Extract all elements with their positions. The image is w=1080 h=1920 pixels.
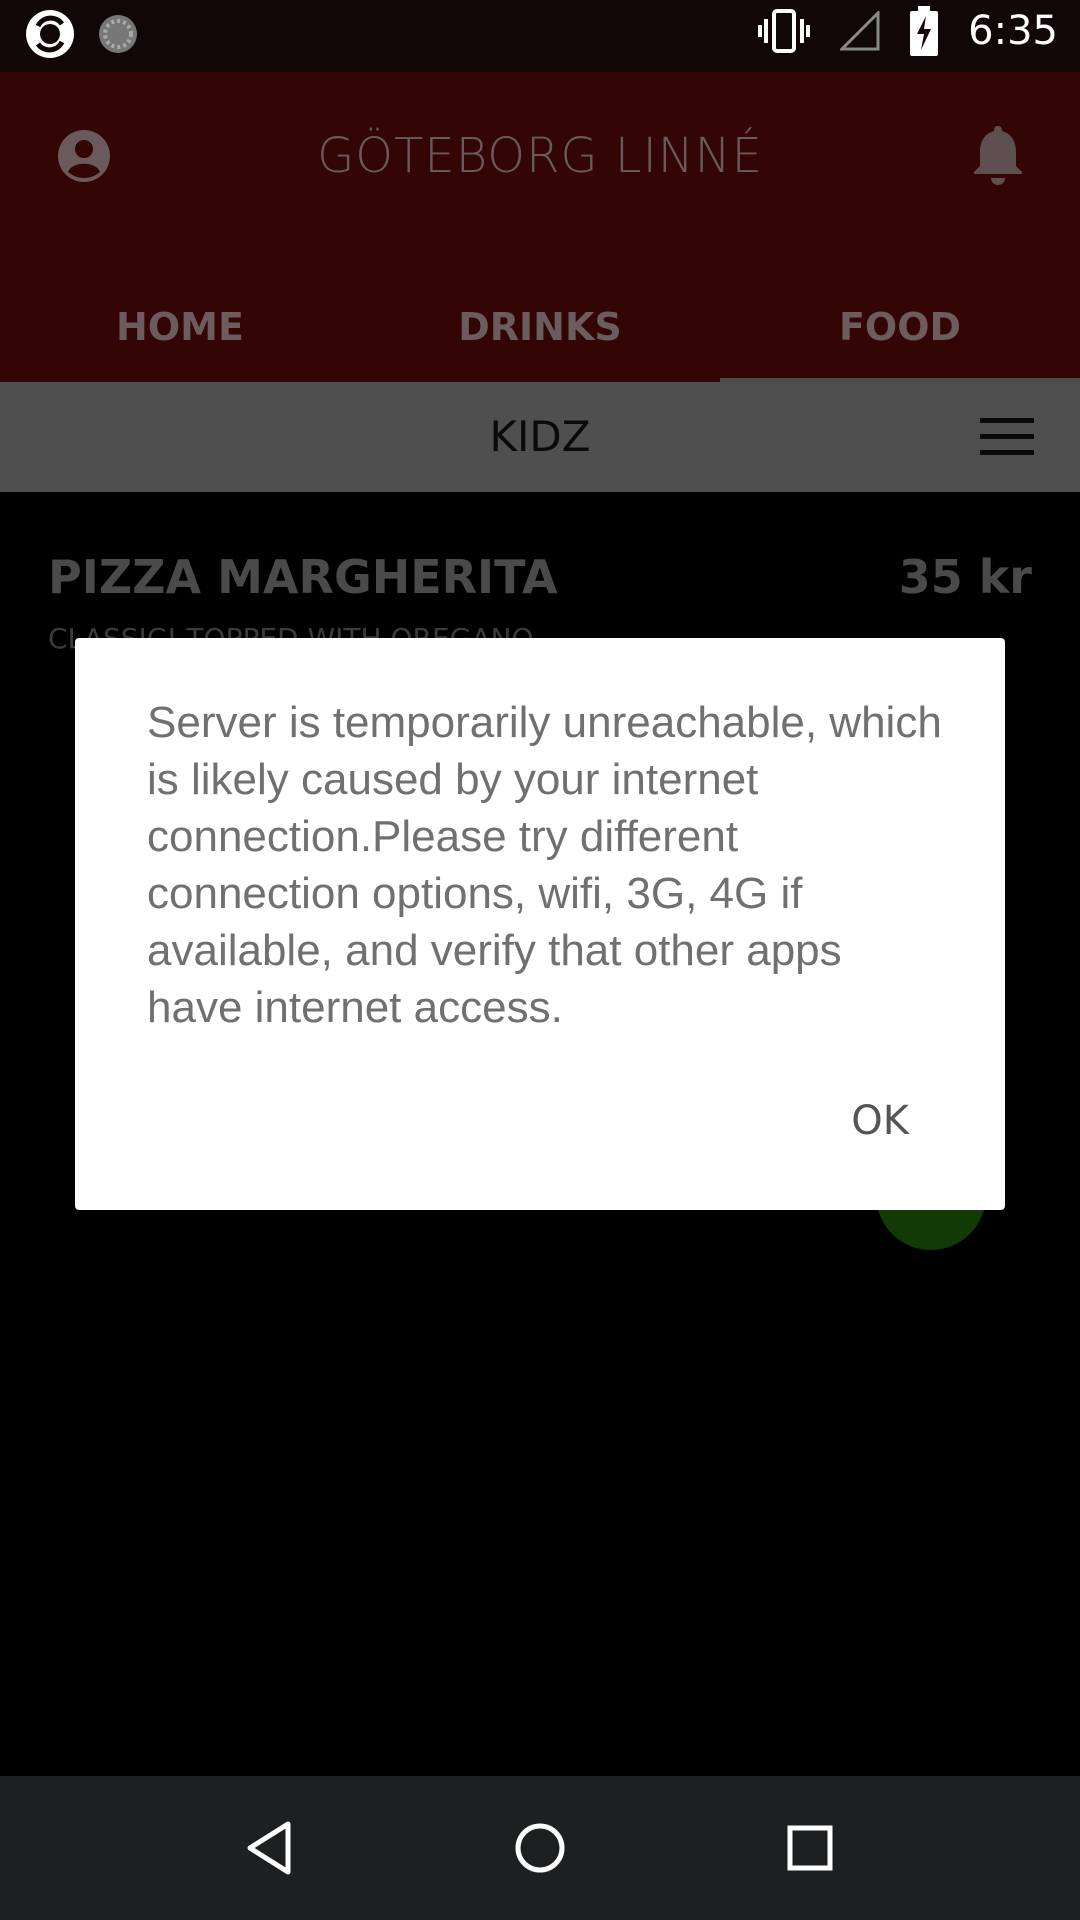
- tab-home[interactable]: HOME: [0, 272, 360, 382]
- ok-button[interactable]: OK: [851, 1098, 909, 1144]
- system-nav-bar: [0, 1776, 1080, 1920]
- tab-bar: HOME DRINKS FOOD: [0, 272, 1080, 382]
- menu-item-price: 35 kr: [898, 550, 1032, 604]
- page-title: GÖTEBORG LINNÉ: [317, 128, 763, 184]
- tab-food[interactable]: FOOD: [720, 272, 1080, 382]
- home-icon[interactable]: [508, 1816, 572, 1880]
- bell-icon[interactable]: [968, 122, 1028, 186]
- camera-app-icon: [26, 10, 74, 58]
- vibrate-icon: [758, 9, 811, 53]
- app-bar: GÖTEBORG LINNÉ HOME DRINKS FOOD: [0, 72, 1080, 384]
- hamburger-menu-icon[interactable]: [980, 418, 1034, 456]
- error-dialog: Server is temporarily unreachable, which…: [75, 638, 1005, 1210]
- recents-icon[interactable]: [778, 1816, 842, 1880]
- battery-charging-icon: [910, 6, 939, 56]
- menu-item-name[interactable]: PIZZA MARGHERITA: [48, 550, 558, 604]
- status-bar: 6:35: [0, 0, 1080, 72]
- back-icon[interactable]: [238, 1816, 302, 1880]
- loading-icon: [99, 15, 137, 53]
- signal-icon: [840, 11, 880, 51]
- category-bar: KIDZ: [0, 382, 1080, 492]
- clock: 6:35: [968, 8, 1058, 54]
- dialog-message: Server is temporarily unreachable, which…: [147, 698, 942, 1032]
- tab-drinks[interactable]: DRINKS: [360, 272, 720, 382]
- category-title: KIDZ: [489, 412, 591, 461]
